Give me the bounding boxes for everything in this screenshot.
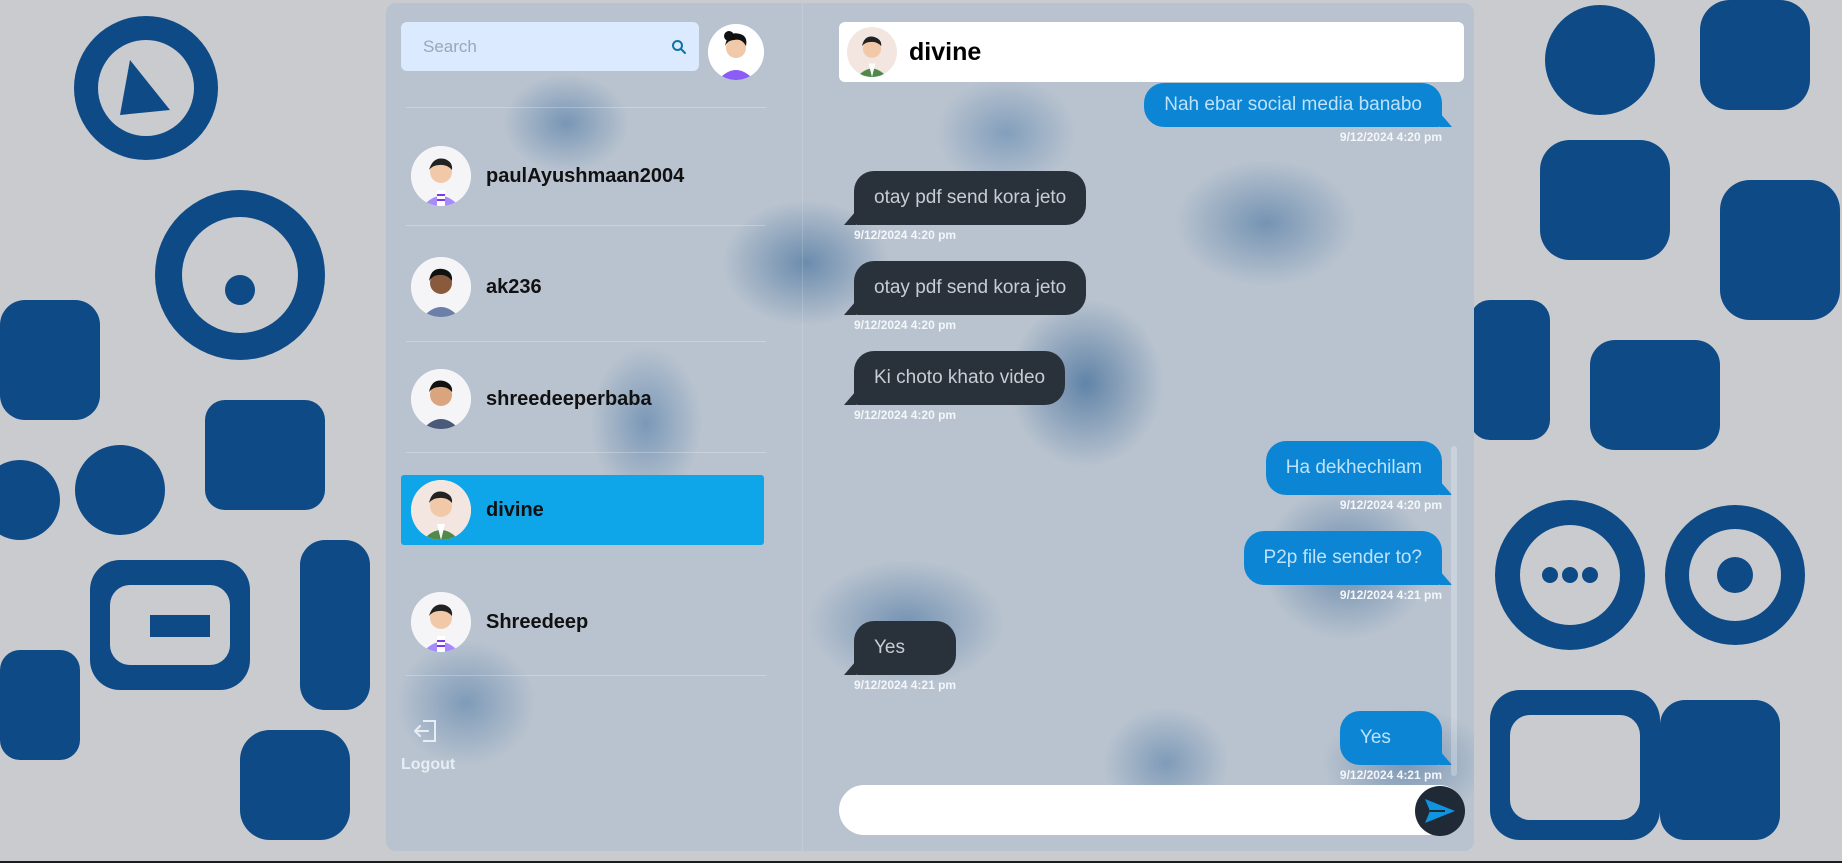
message-timestamp: 9/12/2024 4:21 pm bbox=[1339, 588, 1442, 602]
message-bubble: Nah ebar social media banabo bbox=[1144, 83, 1452, 127]
message-timestamp: 9/12/2024 4:21 pm bbox=[854, 678, 957, 692]
sidebar: paulAyushmaan2004 ak236 bbox=[386, 3, 802, 851]
send-button[interactable] bbox=[1415, 786, 1465, 836]
message-timestamp: 9/12/2024 4:20 pm bbox=[1339, 498, 1442, 512]
avatar bbox=[411, 480, 471, 540]
avatar bbox=[411, 592, 471, 652]
divider bbox=[406, 675, 766, 676]
divider bbox=[406, 225, 766, 226]
message-incoming: Yes 9/12/2024 4:21 pm bbox=[843, 621, 957, 692]
message-outgoing: P2p file sender to? 9/12/2024 4:21 pm bbox=[1243, 531, 1453, 602]
chat-title: divine bbox=[909, 37, 982, 66]
message-bubble: otay pdf send kora jeto bbox=[843, 171, 1087, 225]
message-incoming: Ki choto khato video 9/12/2024 4:20 pm bbox=[843, 351, 1066, 422]
avatar bbox=[411, 257, 471, 317]
conversation-name: paulAyushmaan2004 bbox=[486, 164, 685, 187]
message-bubble: Yes bbox=[843, 621, 957, 675]
conversation-name: ak236 bbox=[486, 275, 542, 298]
message-incoming: otay pdf send kora jeto 9/12/2024 4:20 p… bbox=[843, 261, 1087, 332]
message-bubble: P2p file sender to? bbox=[1243, 531, 1453, 585]
logout-button[interactable]: Logout bbox=[401, 716, 471, 774]
logout-icon bbox=[414, 720, 436, 742]
conversation-item[interactable]: ak236 bbox=[401, 252, 764, 322]
current-user-avatar[interactable] bbox=[708, 24, 764, 80]
message-bubble: Ha dekhechilam bbox=[1265, 441, 1453, 495]
divider bbox=[406, 341, 766, 342]
conversation-name: divine bbox=[486, 498, 544, 521]
message-incoming: otay pdf send kora jeto 9/12/2024 4:20 p… bbox=[843, 171, 1087, 242]
message-timestamp: 9/12/2024 4:20 pm bbox=[854, 228, 957, 242]
message-timestamp: 9/12/2024 4:21 pm bbox=[1339, 768, 1442, 782]
send-icon bbox=[1425, 799, 1455, 823]
chat-app-panel: paulAyushmaan2004 ak236 bbox=[386, 3, 1474, 851]
conversation-name: shreedeeperbaba bbox=[486, 387, 652, 410]
conversation-name: Shreedeep bbox=[486, 610, 589, 633]
message-timestamp: 9/12/2024 4:20 pm bbox=[854, 318, 957, 332]
conversation-item[interactable]: Shreedeep bbox=[401, 587, 764, 657]
avatar bbox=[411, 146, 471, 206]
message-bubble: Ki choto khato video bbox=[843, 351, 1066, 405]
search-bar bbox=[401, 22, 699, 71]
message-outgoing: Nah ebar social media banabo 9/12/2024 4… bbox=[1144, 83, 1452, 144]
message-timestamp: 9/12/2024 4:20 pm bbox=[1339, 130, 1442, 144]
divider bbox=[406, 452, 766, 453]
divider bbox=[406, 107, 766, 108]
search-input[interactable] bbox=[421, 35, 671, 58]
message-timestamp: 9/12/2024 4:20 pm bbox=[854, 408, 957, 422]
chat-avatar bbox=[847, 27, 897, 77]
avatar bbox=[411, 369, 471, 429]
conversation-item[interactable]: paulAyushmaan2004 bbox=[401, 141, 764, 211]
conversation-item-active[interactable]: divine bbox=[401, 475, 764, 545]
message-bubble: Yes bbox=[1339, 711, 1453, 765]
message-outgoing: Yes 9/12/2024 4:21 pm bbox=[1339, 711, 1453, 782]
message-composer bbox=[839, 785, 1464, 835]
message-input[interactable] bbox=[859, 798, 1404, 822]
message-outgoing: Ha dekhechilam 9/12/2024 4:20 pm bbox=[1265, 441, 1453, 512]
chat-header: divine bbox=[839, 22, 1464, 82]
message-list: Nah ebar social media banabo 9/12/2024 4… bbox=[839, 83, 1464, 787]
logout-label: Logout bbox=[401, 756, 456, 773]
message-scrollbar[interactable] bbox=[1451, 446, 1457, 776]
search-icon[interactable] bbox=[671, 39, 687, 55]
conversation-item[interactable]: shreedeeperbaba bbox=[401, 364, 764, 434]
panel-divider bbox=[802, 3, 803, 851]
message-bubble: otay pdf send kora jeto bbox=[843, 261, 1087, 315]
